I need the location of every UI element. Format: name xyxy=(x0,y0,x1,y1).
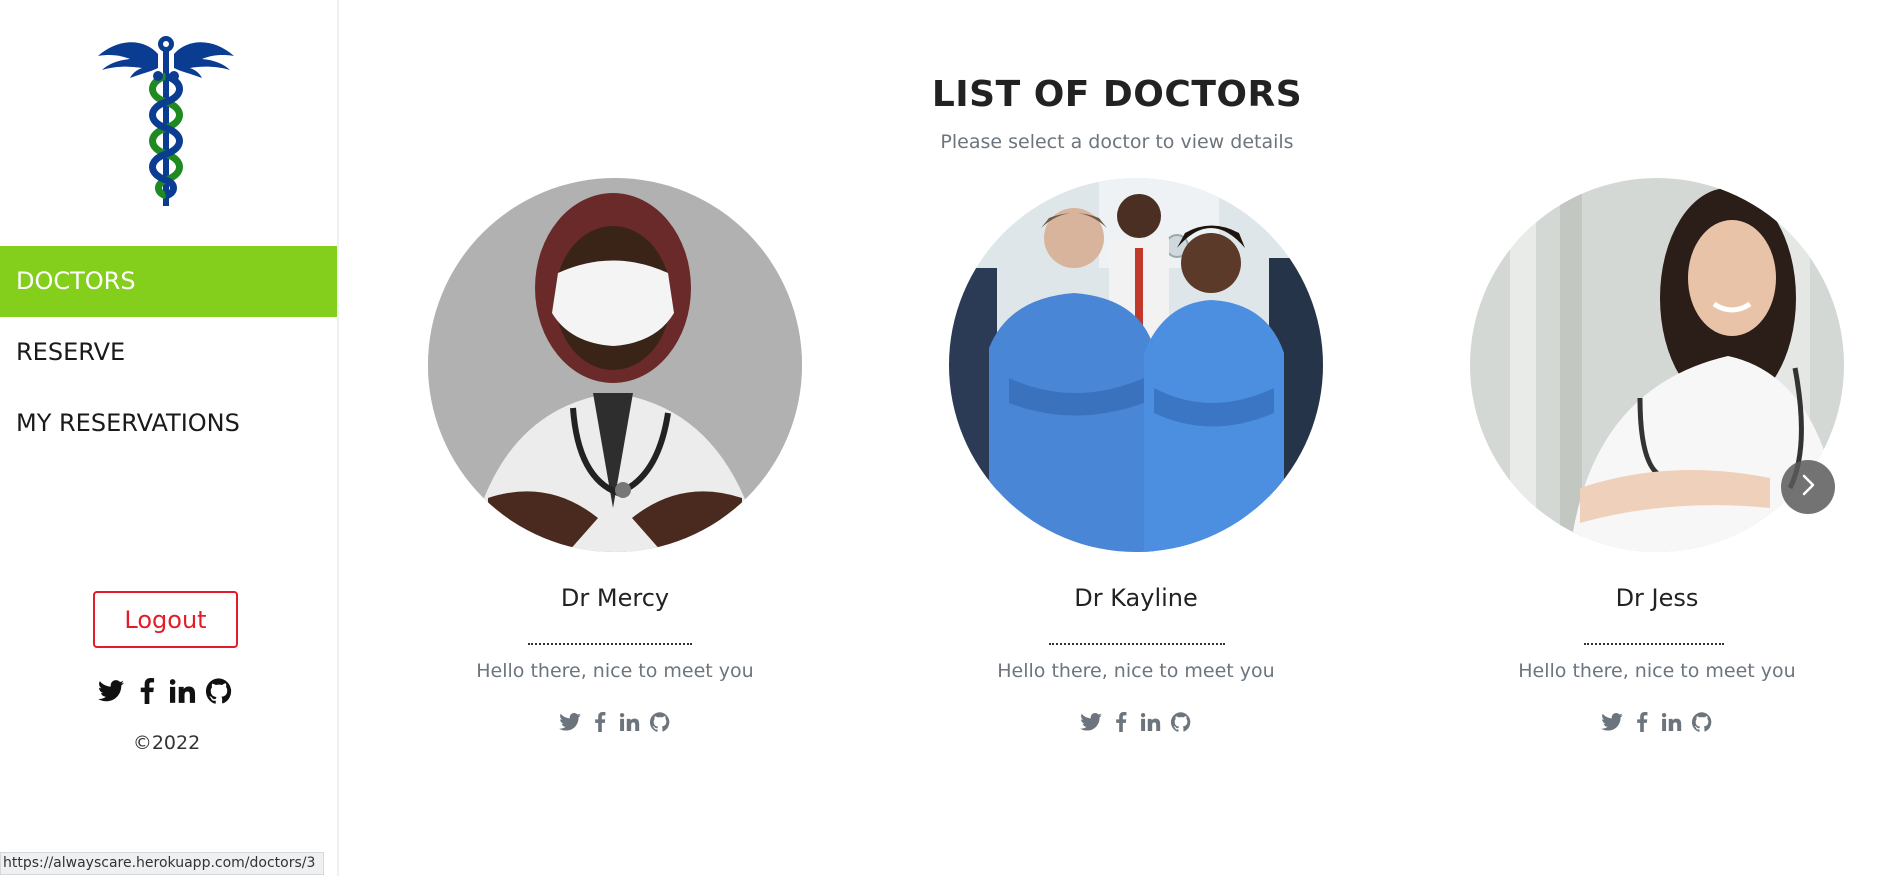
doctor-name: Dr Kayline xyxy=(1074,584,1198,612)
doctor-card[interactable]: Dr Jess Hello there, nice to meet you xyxy=(1466,178,1846,738)
doctor-greeting: Hello there, nice to meet you xyxy=(1518,660,1796,682)
copyright-text: ©2022 xyxy=(132,732,201,754)
github-icon[interactable] xyxy=(1169,710,1193,734)
sidebar-social-links xyxy=(96,676,234,706)
chevron-right-icon xyxy=(1798,473,1818,501)
facebook-icon[interactable] xyxy=(132,676,162,706)
page-subtitle: Please select a doctor to view details xyxy=(940,131,1294,153)
linkedin-icon[interactable] xyxy=(168,676,198,706)
github-icon[interactable] xyxy=(1690,710,1714,734)
facebook-icon[interactable] xyxy=(588,710,612,734)
doctor-social-links xyxy=(424,710,806,734)
divider xyxy=(1049,643,1225,645)
twitter-icon[interactable] xyxy=(1079,710,1103,734)
facebook-icon[interactable] xyxy=(1109,710,1133,734)
nav-item-reserve[interactable]: RESERVE xyxy=(0,317,337,388)
nav-item-doctors[interactable]: DOCTORS xyxy=(0,246,337,317)
twitter-icon[interactable] xyxy=(558,710,582,734)
facebook-icon[interactable] xyxy=(1630,710,1654,734)
page-title: LIST OF DOCTORS xyxy=(931,74,1303,115)
status-bar-url: https://alwayscare.herokuapp.com/doctors… xyxy=(0,852,325,875)
twitter-icon[interactable] xyxy=(96,676,126,706)
app: DOCTORS RESERVE MY RESERVATIONS Logout ©… xyxy=(0,0,1895,876)
doctor-social-links xyxy=(945,710,1327,734)
logout-button[interactable]: Logout xyxy=(93,591,238,648)
doctor-name: Dr Jess xyxy=(1615,584,1699,612)
github-icon[interactable] xyxy=(204,676,234,706)
doctor-photo[interactable] xyxy=(949,178,1323,552)
doctor-greeting: Hello there, nice to meet you xyxy=(476,660,754,682)
github-icon[interactable] xyxy=(648,710,672,734)
doctor-card[interactable]: Dr Mercy Hello there, nice to meet you xyxy=(424,178,804,738)
divider xyxy=(528,643,692,645)
doctor-social-links xyxy=(1466,710,1848,734)
caduceus-logo[interactable] xyxy=(96,32,236,210)
linkedin-icon[interactable] xyxy=(1139,710,1163,734)
doctor-photo[interactable] xyxy=(428,178,802,552)
linkedin-icon[interactable] xyxy=(1660,710,1684,734)
nav-item-my-reservations[interactable]: MY RESERVATIONS xyxy=(0,388,337,459)
linkedin-icon[interactable] xyxy=(618,710,642,734)
twitter-icon[interactable] xyxy=(1600,710,1624,734)
main-nav: DOCTORS RESERVE MY RESERVATIONS xyxy=(0,246,337,459)
doctor-name: Dr Mercy xyxy=(560,584,670,612)
divider xyxy=(1584,643,1724,645)
main-content: LIST OF DOCTORS Please select a doctor t… xyxy=(339,0,1895,876)
doctor-card[interactable]: Dr Kayline Hello there, nice to meet you xyxy=(945,178,1325,738)
doctor-greeting: Hello there, nice to meet you xyxy=(997,660,1275,682)
carousel-next-button[interactable] xyxy=(1781,460,1835,514)
sidebar: DOCTORS RESERVE MY RESERVATIONS Logout ©… xyxy=(0,0,339,876)
